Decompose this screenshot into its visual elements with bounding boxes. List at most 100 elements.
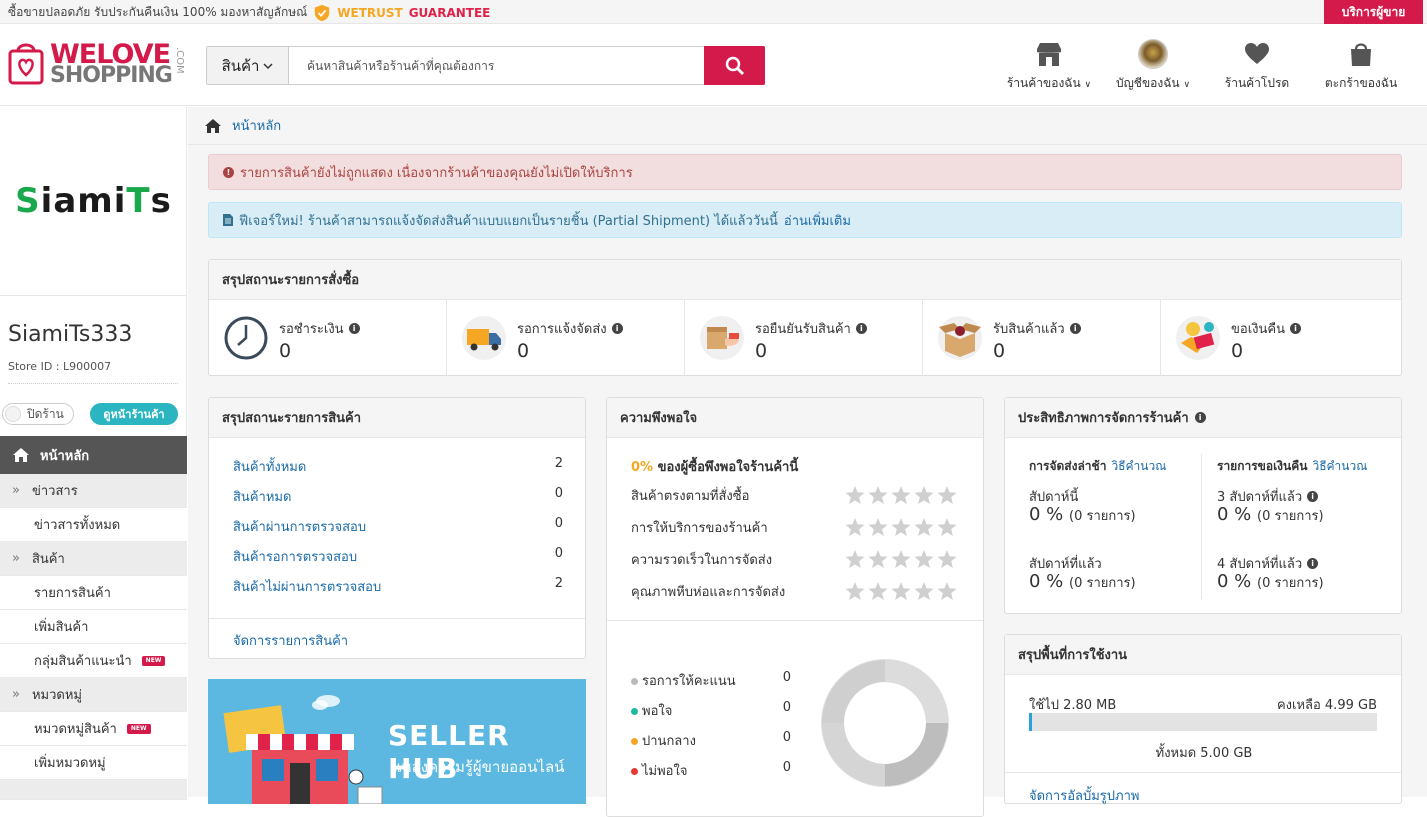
sidebar-section-label: สินค้า	[31, 552, 65, 567]
seller-service-button[interactable]: บริการผู้ขาย	[1324, 0, 1423, 24]
chevron-down-icon: ∨	[1084, 80, 1092, 90]
wetrust-text: WETRUST	[337, 5, 403, 20]
divider	[8, 383, 178, 384]
legend-item: ปานกลาง 0	[631, 730, 791, 751]
logo-line2: SHOPPING	[50, 63, 173, 88]
store-open-toggle[interactable]: ปิดร้าน	[2, 403, 74, 425]
search-input[interactable]	[297, 47, 697, 84]
panel-title: ประสิทธิภาพการจัดการร้านค้า i	[1005, 398, 1401, 438]
sidebar-item-add-category[interactable]: เพิ่มหมวดหมู่	[0, 746, 187, 780]
sidebar-section-more[interactable]	[0, 780, 187, 800]
seller-hub-banner[interactable]: SELLER HUB แหล่งความรู้ผู้ขายออนไลน์	[208, 679, 586, 804]
view-shop-button[interactable]: ดูหน้าร้านค้า	[90, 403, 178, 425]
sidebar-section-products[interactable]: » สินค้า	[0, 542, 187, 576]
order-status-count: 0	[1231, 340, 1244, 362]
order-status-count: 0	[755, 340, 768, 362]
info-alert-text: ฟีเจอร์ใหม่! ร้านค้าสามารถแจ้งจัดส่งสินค…	[239, 213, 778, 229]
sidebar-item-add-product[interactable]: เพิ่มสินค้า	[0, 610, 187, 644]
favorite-stores-link[interactable]: ร้านค้าโปรด	[1222, 39, 1292, 93]
storage-progress-fill	[1029, 713, 1032, 731]
sidebar-item-all-news[interactable]: ข่าวสารทั้งหมด	[0, 508, 187, 542]
info-icon[interactable]: i	[348, 323, 360, 334]
info-icon[interactable]: i	[1307, 558, 1319, 569]
sidebar-item-recommended-groups[interactable]: กลุ่มสินค้าแนะนำ NEW	[0, 644, 187, 678]
main-content: หน้าหลัก ! รายการสินค้ายังไม่ถูกแสดง เนื…	[188, 107, 1427, 817]
breadcrumb-home-link[interactable]: หน้าหลัก	[232, 115, 281, 136]
period-value: 0 % (0 รายการ)	[1217, 504, 1324, 525]
panel-footer: จัดการรายการสินค้า	[209, 618, 585, 651]
legend-item: ไม่พอใจ 0	[631, 760, 791, 781]
my-cart-link[interactable]: ตะกร้าของฉัน	[1322, 39, 1400, 93]
sidebar-item-label: ข่าวสารทั้งหมด	[34, 518, 121, 533]
sidebar-section-news[interactable]: » ข่าวสาร	[0, 474, 187, 508]
product-row-link[interactable]: สินค้ารอการตรวจสอบ	[233, 546, 357, 567]
store-performance-panel: ประสิทธิภาพการจัดการร้านค้า i การจัดส่งล่…	[1004, 397, 1402, 614]
satisfaction-panel: ความพึงพอใจ 0% ของผู้ซื้อพึงพอใจร้านค้าน…	[606, 397, 984, 817]
product-row-link[interactable]: สินค้าผ่านการตรวจสอบ	[233, 516, 366, 537]
order-status-label: รอชำระเงิน	[279, 322, 344, 337]
truck-icon	[462, 316, 506, 360]
product-row-link[interactable]: สินค้าไม่ผ่านการตรวจสอบ	[233, 576, 381, 597]
info-icon[interactable]: i	[611, 323, 623, 334]
how-to-calculate-link[interactable]: วิธีคำนวณ	[1111, 459, 1166, 473]
order-status-label: ขอเงินคืน	[1231, 322, 1285, 337]
star-icon	[845, 550, 865, 568]
site-logo[interactable]: WELOVE SHOPPING .COM	[8, 39, 188, 91]
my-store-menu[interactable]: ร้านค้าของฉัน ∨	[1004, 39, 1094, 93]
my-account-label: บัญชีของฉัน	[1115, 76, 1180, 90]
star-icon	[937, 518, 957, 536]
info-icon[interactable]: i	[1194, 412, 1206, 423]
read-more-link[interactable]: อ่านเพิ่มเติม	[784, 210, 851, 231]
home-icon[interactable]	[204, 118, 222, 134]
star-icon	[937, 550, 957, 568]
logo-suffix: .COM	[174, 47, 185, 74]
order-status-awaiting-shipment[interactable]: รอการแจ้งจัดส่ง i 0	[447, 300, 685, 376]
clock-icon	[224, 316, 268, 360]
order-status-refund[interactable]: ขอเงินคืน i 0	[1161, 300, 1401, 376]
manage-products-link[interactable]: จัดการรายการสินค้า	[233, 634, 348, 649]
star-icon	[868, 550, 888, 568]
storage-total: ทั้งหมด 5.00 GB	[1155, 746, 1253, 761]
star-icon	[845, 582, 865, 600]
product-row-link[interactable]: สินค้าทั้งหมด	[233, 456, 306, 477]
double-chevron-icon: »	[12, 483, 20, 498]
sidebar-item-label: หน้าหลัก	[40, 448, 90, 464]
sidebar-item-product-list[interactable]: รายการสินค้า	[0, 576, 187, 610]
legend-item: พอใจ 0	[631, 700, 791, 721]
shop-name: SiamiTs333	[8, 322, 133, 347]
star-icon	[914, 582, 934, 600]
my-account-menu[interactable]: บัญชีของฉัน ∨	[1112, 39, 1194, 93]
star-icon	[914, 486, 934, 504]
info-icon[interactable]: i	[1307, 491, 1319, 502]
legend-item: รอการให้คะแนน 0	[631, 670, 791, 691]
order-status-received[interactable]: รับสินค้าแล้ว i 0	[923, 300, 1161, 376]
chevron-down-icon	[263, 62, 273, 69]
order-status-awaiting-payment[interactable]: รอชำระเงิน i 0	[209, 300, 447, 376]
legend-dot	[631, 768, 638, 775]
promo-text: ซื้อขายปลอดภัย รับประกันคืนเงิน 100% มอง…	[8, 5, 308, 19]
sidebar-section-categories[interactable]: » หมวดหมู่	[0, 678, 187, 712]
period-value: 0 % (0 รายการ)	[1217, 571, 1324, 592]
info-icon[interactable]: i	[855, 323, 867, 334]
product-row-count: 0	[554, 546, 563, 561]
info-icon[interactable]: i	[1069, 323, 1081, 334]
banner-subtitle: แหล่งความรู้ผู้ขายออนไลน์	[392, 758, 565, 776]
search-button[interactable]	[704, 46, 765, 85]
search-icon	[725, 56, 744, 75]
info-icon[interactable]: i	[1289, 323, 1301, 334]
my-store-label: ร้านค้าของฉัน	[1006, 76, 1081, 90]
rating-row: สินค้าตรงตามที่สั่งซื้อ	[631, 485, 957, 506]
order-status-awaiting-receipt[interactable]: รอยืนยันรับสินค้า i 0	[685, 300, 923, 376]
sidebar-item-product-categories[interactable]: หมวดหมู่สินค้า NEW	[0, 712, 187, 746]
product-row: สินค้ารอการตรวจสอบ 0	[233, 546, 563, 567]
legend-dot	[631, 678, 638, 685]
guarantee-text: GUARANTEE	[408, 5, 491, 20]
search-category-select[interactable]: สินค้า	[207, 47, 289, 84]
sidebar-item-home[interactable]: หน้าหลัก	[0, 436, 187, 474]
late-shipping-title: การจัดส่งล่าช้า วิธีคำนวณ	[1029, 459, 1167, 473]
how-to-calculate-link[interactable]: วิธีคำนวณ	[1312, 459, 1367, 473]
star-icon	[845, 486, 865, 504]
order-status-count: 0	[993, 340, 1006, 362]
product-row-link[interactable]: สินค้าหมด	[233, 486, 291, 507]
order-status-label: รอการแจ้งจัดส่ง	[517, 322, 607, 337]
